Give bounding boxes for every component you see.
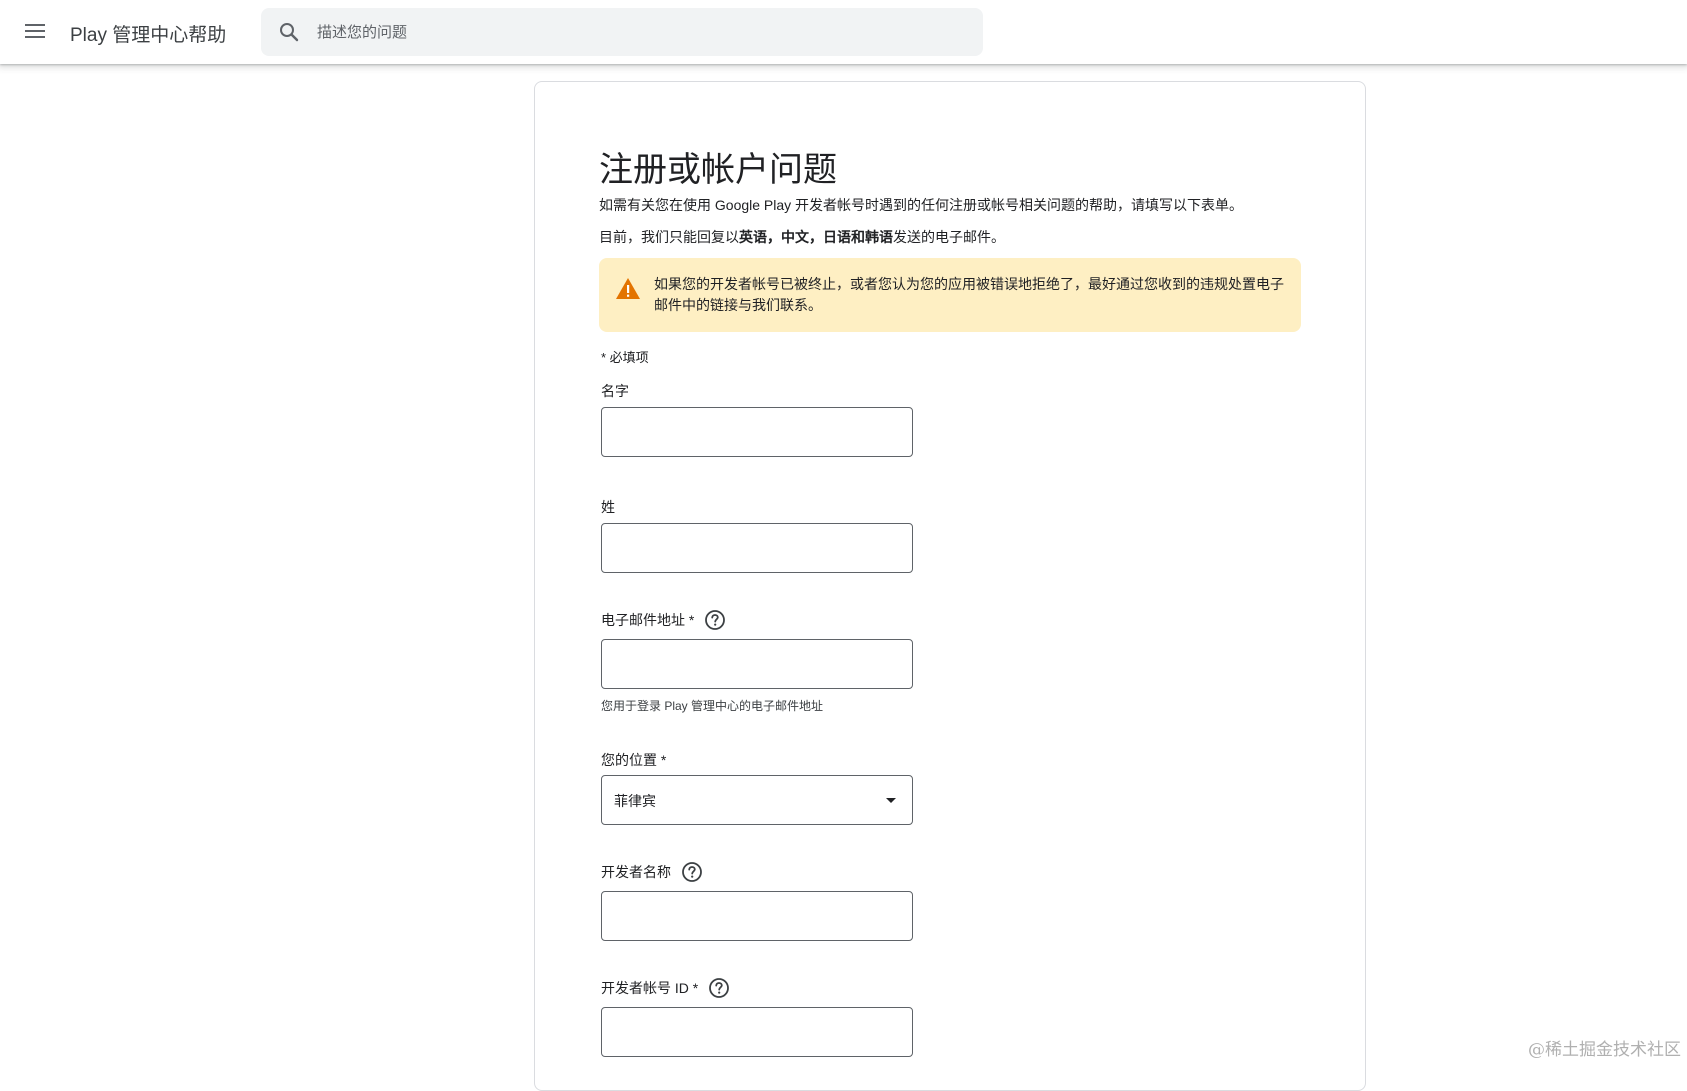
developer-name-label-text: 开发者名称 [601, 864, 671, 880]
last-name-label-text: 姓 [601, 499, 615, 515]
help-icon[interactable] [708, 977, 730, 999]
main-menu-button[interactable] [18, 14, 52, 48]
location-selected-value: 菲律宾 [614, 793, 656, 809]
first-name-label: 名字 [601, 381, 629, 401]
page-title: 注册或帐户问题 [599, 151, 837, 189]
language-chinese: 中文 [781, 229, 809, 245]
developer-id-label: 开发者帐号 ID * [601, 977, 730, 999]
language-note-suffix: 发送的电子邮件。 [893, 229, 1005, 245]
top-app-bar: Play 管理中心帮助 [0, 0, 1687, 64]
language-note-prefix: 目前，我们只能回复以 [599, 229, 739, 245]
search-icon[interactable] [277, 20, 301, 44]
app-title[interactable]: Play 管理中心帮助 [70, 20, 226, 47]
location-label-text: 您的位置 * [601, 752, 667, 768]
location-label: 您的位置 * [601, 750, 666, 770]
help-icon[interactable] [681, 861, 703, 883]
developer-name-field[interactable] [601, 891, 913, 941]
language-japanese-korean: 日语和韩语 [823, 229, 893, 245]
warning-icon [616, 278, 640, 299]
search-input[interactable] [317, 8, 957, 56]
email-label: 电子邮件地址 * [601, 609, 726, 631]
developer-id-label-text: 开发者帐号 ID * [601, 980, 699, 996]
language-english: 英语 [739, 229, 767, 245]
email-field[interactable] [601, 639, 913, 689]
warning-text: 如果您的开发者帐号已被终止，或者您认为您的应用被错误地拒绝了，最好通过您收到的违… [654, 276, 1284, 313]
developer-name-label: 开发者名称 [601, 861, 703, 883]
email-label-text: 电子邮件地址 * [601, 612, 695, 628]
help-icon[interactable] [704, 609, 726, 631]
watermark: @稀土掘金技术社区 [1528, 1040, 1681, 1060]
first-name-field[interactable] [601, 407, 913, 457]
chevron-down-icon [886, 798, 896, 803]
language-separator: ， [767, 229, 781, 245]
search-bar[interactable] [261, 8, 983, 56]
menu-icon [25, 24, 45, 38]
required-note: * 必填项 [601, 350, 649, 365]
location-select[interactable]: 菲律宾 [601, 775, 913, 825]
last-name-label: 姓 [601, 497, 615, 517]
first-name-label-text: 名字 [601, 383, 629, 399]
email-hint: 您用于登录 Play 管理中心的电子邮件地址 [601, 699, 824, 713]
warning-banner: 如果您的开发者帐号已被终止，或者您认为您的应用被错误地拒绝了，最好通过您收到的违… [599, 258, 1301, 332]
form-intro: 如需有关您在使用 Google Play 开发者帐号时遇到的任何注册或帐号相关问… [599, 197, 1244, 213]
last-name-field[interactable] [601, 523, 913, 573]
language-separator: ， [809, 229, 823, 245]
language-note: 目前，我们只能回复以英语，中文，日语和韩语发送的电子邮件。 [599, 227, 1005, 247]
developer-id-field[interactable] [601, 1007, 913, 1057]
